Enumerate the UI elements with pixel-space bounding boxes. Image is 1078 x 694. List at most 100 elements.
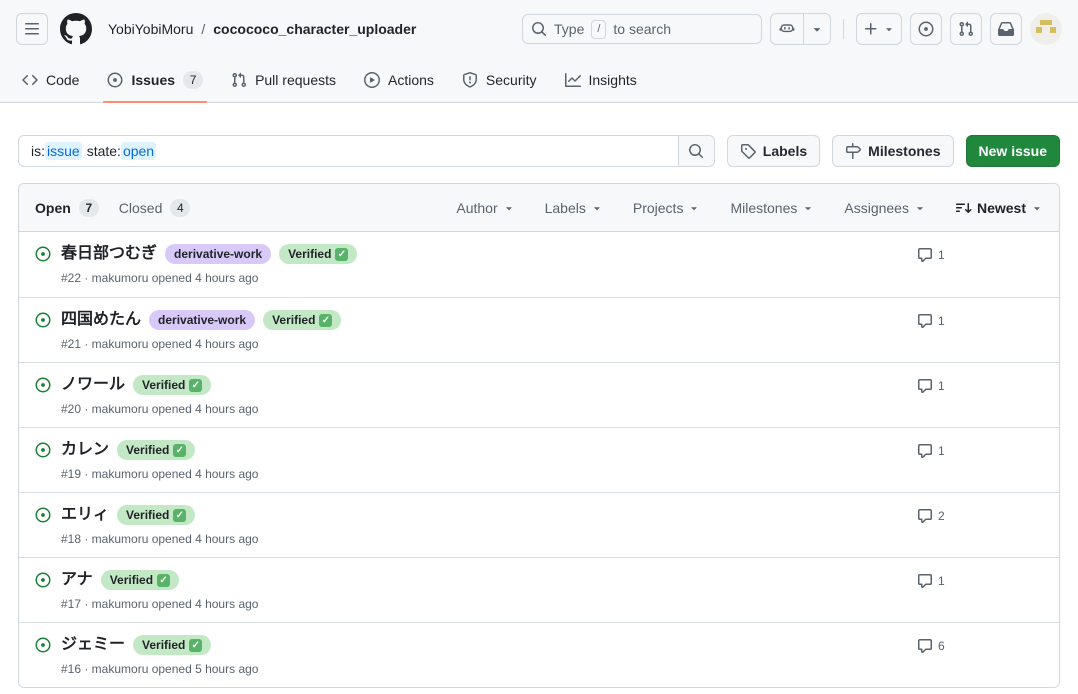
tab-actions[interactable]: Actions	[350, 58, 448, 102]
issue-row-main: エリィ Verified #18 · makumoru opened 4 hou…	[61, 504, 917, 546]
issue-row[interactable]: 四国めたん derivative-work Verified #21 · mak…	[19, 297, 1059, 362]
tab-pull-requests[interactable]: Pull requests	[217, 58, 350, 102]
your-issues-button[interactable]	[910, 13, 942, 45]
issue-row[interactable]: アナ Verified #17 · makumoru opened 4 hour…	[19, 557, 1059, 622]
query-token: state:	[87, 143, 121, 159]
issue-title-link[interactable]: ジェミー	[61, 634, 125, 656]
comment-icon	[917, 378, 933, 394]
projects-dropdown-label: Projects	[633, 200, 684, 216]
open-count-badge: 7	[79, 199, 99, 217]
issue-comments-link[interactable]: 1	[917, 573, 945, 589]
breadcrumb-repo-link[interactable]: cocococo_character_uploader	[213, 21, 416, 37]
issue-label-derivative-work[interactable]: derivative-work	[149, 310, 255, 330]
tab-code[interactable]: Code	[8, 58, 93, 102]
issue-label-verified[interactable]: Verified	[101, 570, 179, 590]
issue-row[interactable]: カレン Verified #19 · makumoru opened 4 hou…	[19, 427, 1059, 492]
issue-meta: #22 · makumoru opened 4 hours ago	[61, 270, 917, 286]
issue-title-link[interactable]: アナ	[61, 569, 93, 591]
labels-button[interactable]: Labels	[727, 135, 820, 167]
comment-count: 2	[938, 509, 945, 523]
issue-row[interactable]: ノワール Verified #20 · makumoru opened 4 ho…	[19, 362, 1059, 427]
milestones-button[interactable]: Milestones	[832, 135, 953, 167]
issue-label-verified[interactable]: Verified	[117, 505, 195, 525]
issue-title-link[interactable]: カレン	[61, 439, 109, 461]
slash-key-hint: /	[591, 20, 606, 39]
milestones-dropdown[interactable]: Milestones	[730, 200, 814, 216]
your-pull-requests-button[interactable]	[950, 13, 982, 45]
closed-count-badge: 4	[170, 199, 190, 217]
assignees-dropdown[interactable]: Assignees	[844, 200, 926, 216]
milestone-icon	[845, 143, 861, 159]
open-issue-icon	[35, 377, 51, 393]
comment-icon	[917, 313, 933, 329]
comment-icon	[917, 443, 933, 459]
issue-label-derivative-work[interactable]: derivative-work	[165, 244, 271, 264]
tag-icon	[740, 143, 756, 159]
search-placeholder-prefix: Type	[554, 21, 584, 37]
issue-comments-link[interactable]: 1	[917, 378, 945, 394]
comment-count: 1	[938, 379, 945, 393]
tab-issues[interactable]: Issues 7	[93, 58, 217, 102]
issue-meta: #16 · makumoru opened 5 hours ago	[61, 661, 917, 677]
chevron-down-icon	[1031, 202, 1043, 214]
hamburger-icon	[24, 21, 40, 37]
inbox-button[interactable]	[990, 13, 1022, 45]
tab-actions-label: Actions	[388, 72, 434, 88]
issue-meta: #20 · makumoru opened 4 hours ago	[61, 401, 917, 417]
issue-row[interactable]: 春日部つむぎ derivative-work Verified #22 · ma…	[19, 232, 1059, 297]
play-icon	[364, 72, 380, 88]
open-issues-filter[interactable]: Open 7	[35, 199, 99, 217]
issue-list: 春日部つむぎ derivative-work Verified #22 · ma…	[19, 232, 1059, 687]
issue-title-link[interactable]: エリィ	[61, 504, 109, 526]
tab-insights[interactable]: Insights	[551, 58, 651, 102]
github-logo[interactable]	[60, 13, 92, 45]
label-text: Verified	[288, 244, 331, 264]
assignees-dropdown-label: Assignees	[844, 200, 909, 216]
projects-dropdown[interactable]: Projects	[633, 200, 701, 216]
tab-code-label: Code	[46, 72, 79, 88]
issues-filter-input-group: is:issuestate:open	[18, 135, 715, 167]
issue-label-verified[interactable]: Verified	[133, 635, 211, 655]
issue-comments-link[interactable]: 1	[917, 443, 945, 459]
sort-desc-icon	[956, 200, 972, 216]
label-text: Verified	[126, 440, 169, 460]
issue-label-verified[interactable]: Verified	[279, 244, 357, 264]
issue-row-main: カレン Verified #19 · makumoru opened 4 hou…	[61, 439, 917, 481]
issue-title-link[interactable]: 四国めたん	[61, 309, 141, 331]
issue-comments-link[interactable]: 1	[917, 247, 945, 263]
issue-title-link[interactable]: ノワール	[61, 374, 125, 396]
milestones-button-label: Milestones	[868, 143, 940, 159]
issue-row[interactable]: エリィ Verified #18 · makumoru opened 4 hou…	[19, 492, 1059, 557]
copilot-dropdown-button[interactable]	[803, 14, 830, 44]
header-actions: Type / to search	[522, 13, 1062, 45]
breadcrumb-owner-link[interactable]: YobiYobiMoru	[108, 21, 193, 37]
copilot-button[interactable]	[771, 14, 803, 44]
author-dropdown[interactable]: Author	[456, 200, 514, 216]
issue-label-verified[interactable]: Verified	[263, 310, 341, 330]
new-issue-button[interactable]: New issue	[966, 135, 1060, 167]
issue-label-verified[interactable]: Verified	[117, 440, 195, 460]
issue-comments-link[interactable]: 6	[917, 638, 945, 654]
global-search-input[interactable]: Type / to search	[522, 14, 762, 44]
labels-dropdown[interactable]: Labels	[545, 200, 603, 216]
chevron-down-icon	[810, 22, 824, 36]
sort-dropdown[interactable]: Newest	[956, 200, 1043, 216]
issue-label-verified[interactable]: Verified	[133, 375, 211, 395]
issue-row-side: 1	[917, 243, 1043, 286]
filter-search-button[interactable]	[678, 136, 714, 166]
closed-issues-filter[interactable]: Closed 4	[119, 199, 191, 217]
user-avatar[interactable]	[1030, 13, 1062, 45]
chevron-down-icon	[688, 202, 700, 214]
issues-filter-input[interactable]: is:issuestate:open	[19, 136, 678, 166]
issue-comments-link[interactable]: 1	[917, 313, 945, 329]
issue-title-link[interactable]: 春日部つむぎ	[61, 243, 157, 265]
avatar-identicon	[1030, 13, 1062, 45]
hamburger-menu-button[interactable]	[16, 13, 48, 45]
label-text: Verified	[110, 570, 153, 590]
create-new-button[interactable]	[856, 13, 902, 45]
issue-row-main: ノワール Verified #20 · makumoru opened 4 ho…	[61, 374, 917, 416]
issue-row[interactable]: ジェミー Verified #16 · makumoru opened 5 ho…	[19, 622, 1059, 687]
tab-security[interactable]: Security	[448, 58, 551, 102]
code-icon	[22, 72, 38, 88]
issue-comments-link[interactable]: 2	[917, 508, 945, 524]
